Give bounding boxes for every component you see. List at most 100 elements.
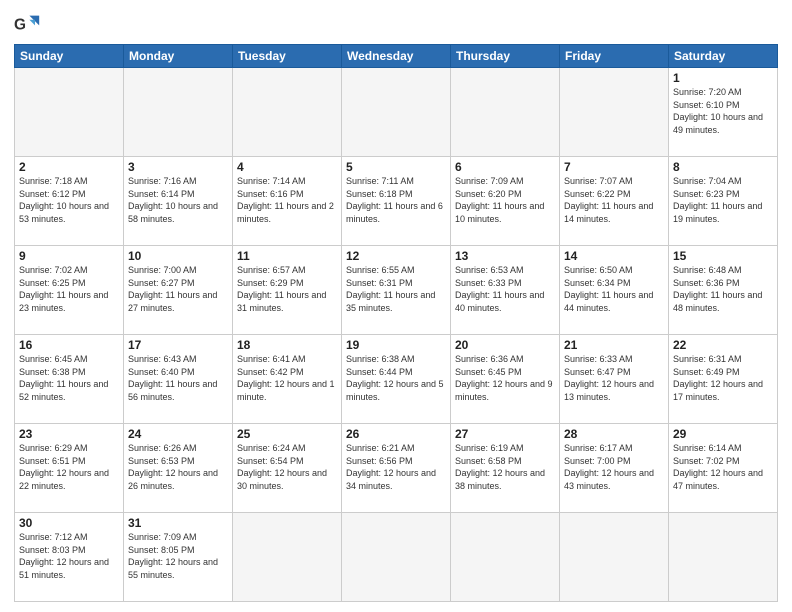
day-number: 5 <box>346 160 446 174</box>
calendar-cell: 2Sunrise: 7:18 AM Sunset: 6:12 PM Daylig… <box>15 157 124 246</box>
day-number: 25 <box>237 427 337 441</box>
day-info: Sunrise: 6:55 AM Sunset: 6:31 PM Dayligh… <box>346 264 446 314</box>
calendar-cell <box>342 513 451 602</box>
calendar-week-4: 16Sunrise: 6:45 AM Sunset: 6:38 PM Dayli… <box>15 335 778 424</box>
day-info: Sunrise: 6:29 AM Sunset: 6:51 PM Dayligh… <box>19 442 119 492</box>
day-info: Sunrise: 6:17 AM Sunset: 7:00 PM Dayligh… <box>564 442 664 492</box>
weekday-header-tuesday: Tuesday <box>233 45 342 68</box>
day-info: Sunrise: 6:57 AM Sunset: 6:29 PM Dayligh… <box>237 264 337 314</box>
day-info: Sunrise: 7:04 AM Sunset: 6:23 PM Dayligh… <box>673 175 773 225</box>
day-info: Sunrise: 6:38 AM Sunset: 6:44 PM Dayligh… <box>346 353 446 403</box>
svg-text:G: G <box>14 17 26 34</box>
day-info: Sunrise: 7:09 AM Sunset: 6:20 PM Dayligh… <box>455 175 555 225</box>
day-number: 16 <box>19 338 119 352</box>
calendar-cell <box>342 68 451 157</box>
day-info: Sunrise: 7:00 AM Sunset: 6:27 PM Dayligh… <box>128 264 228 314</box>
calendar-cell: 15Sunrise: 6:48 AM Sunset: 6:36 PM Dayli… <box>669 246 778 335</box>
day-number: 28 <box>564 427 664 441</box>
calendar-cell <box>560 68 669 157</box>
day-number: 6 <box>455 160 555 174</box>
calendar-cell: 29Sunrise: 6:14 AM Sunset: 7:02 PM Dayli… <box>669 424 778 513</box>
day-number: 18 <box>237 338 337 352</box>
calendar-cell: 31Sunrise: 7:09 AM Sunset: 8:05 PM Dayli… <box>124 513 233 602</box>
day-info: Sunrise: 6:36 AM Sunset: 6:45 PM Dayligh… <box>455 353 555 403</box>
day-number: 30 <box>19 516 119 530</box>
day-number: 7 <box>564 160 664 174</box>
day-number: 24 <box>128 427 228 441</box>
calendar-week-1: 1Sunrise: 7:20 AM Sunset: 6:10 PM Daylig… <box>15 68 778 157</box>
day-info: Sunrise: 6:19 AM Sunset: 6:58 PM Dayligh… <box>455 442 555 492</box>
calendar-cell <box>124 68 233 157</box>
day-info: Sunrise: 7:18 AM Sunset: 6:12 PM Dayligh… <box>19 175 119 225</box>
calendar-cell: 28Sunrise: 6:17 AM Sunset: 7:00 PM Dayli… <box>560 424 669 513</box>
day-number: 8 <box>673 160 773 174</box>
day-info: Sunrise: 7:11 AM Sunset: 6:18 PM Dayligh… <box>346 175 446 225</box>
calendar-cell <box>451 68 560 157</box>
day-number: 9 <box>19 249 119 263</box>
day-number: 26 <box>346 427 446 441</box>
day-number: 1 <box>673 71 773 85</box>
calendar-cell: 9Sunrise: 7:02 AM Sunset: 6:25 PM Daylig… <box>15 246 124 335</box>
calendar-cell: 4Sunrise: 7:14 AM Sunset: 6:16 PM Daylig… <box>233 157 342 246</box>
weekday-header-friday: Friday <box>560 45 669 68</box>
day-number: 29 <box>673 427 773 441</box>
day-number: 14 <box>564 249 664 263</box>
logo-icon: G <box>14 10 42 38</box>
calendar-cell: 30Sunrise: 7:12 AM Sunset: 8:03 PM Dayli… <box>15 513 124 602</box>
calendar-cell <box>233 68 342 157</box>
day-info: Sunrise: 6:53 AM Sunset: 6:33 PM Dayligh… <box>455 264 555 314</box>
day-number: 11 <box>237 249 337 263</box>
day-number: 15 <box>673 249 773 263</box>
day-info: Sunrise: 6:48 AM Sunset: 6:36 PM Dayligh… <box>673 264 773 314</box>
day-number: 27 <box>455 427 555 441</box>
day-number: 31 <box>128 516 228 530</box>
calendar-cell <box>15 68 124 157</box>
calendar-week-2: 2Sunrise: 7:18 AM Sunset: 6:12 PM Daylig… <box>15 157 778 246</box>
calendar-cell: 25Sunrise: 6:24 AM Sunset: 6:54 PM Dayli… <box>233 424 342 513</box>
calendar-cell: 11Sunrise: 6:57 AM Sunset: 6:29 PM Dayli… <box>233 246 342 335</box>
day-number: 17 <box>128 338 228 352</box>
page: G SundayMondayTuesdayWednesdayThursdayFr… <box>0 0 792 612</box>
calendar-cell: 5Sunrise: 7:11 AM Sunset: 6:18 PM Daylig… <box>342 157 451 246</box>
calendar-cell: 7Sunrise: 7:07 AM Sunset: 6:22 PM Daylig… <box>560 157 669 246</box>
day-number: 4 <box>237 160 337 174</box>
day-number: 22 <box>673 338 773 352</box>
calendar-cell: 3Sunrise: 7:16 AM Sunset: 6:14 PM Daylig… <box>124 157 233 246</box>
day-info: Sunrise: 7:07 AM Sunset: 6:22 PM Dayligh… <box>564 175 664 225</box>
day-info: Sunrise: 6:45 AM Sunset: 6:38 PM Dayligh… <box>19 353 119 403</box>
weekday-header-saturday: Saturday <box>669 45 778 68</box>
day-info: Sunrise: 6:21 AM Sunset: 6:56 PM Dayligh… <box>346 442 446 492</box>
calendar-week-5: 23Sunrise: 6:29 AM Sunset: 6:51 PM Dayli… <box>15 424 778 513</box>
day-number: 20 <box>455 338 555 352</box>
logo: G <box>14 10 46 38</box>
calendar-cell <box>233 513 342 602</box>
calendar-cell: 20Sunrise: 6:36 AM Sunset: 6:45 PM Dayli… <box>451 335 560 424</box>
day-info: Sunrise: 6:50 AM Sunset: 6:34 PM Dayligh… <box>564 264 664 314</box>
day-number: 3 <box>128 160 228 174</box>
day-info: Sunrise: 7:02 AM Sunset: 6:25 PM Dayligh… <box>19 264 119 314</box>
calendar-cell: 26Sunrise: 6:21 AM Sunset: 6:56 PM Dayli… <box>342 424 451 513</box>
calendar-cell: 24Sunrise: 6:26 AM Sunset: 6:53 PM Dayli… <box>124 424 233 513</box>
calendar-cell: 23Sunrise: 6:29 AM Sunset: 6:51 PM Dayli… <box>15 424 124 513</box>
calendar-cell: 8Sunrise: 7:04 AM Sunset: 6:23 PM Daylig… <box>669 157 778 246</box>
calendar-cell <box>669 513 778 602</box>
calendar-cell <box>451 513 560 602</box>
day-info: Sunrise: 6:33 AM Sunset: 6:47 PM Dayligh… <box>564 353 664 403</box>
calendar-cell: 17Sunrise: 6:43 AM Sunset: 6:40 PM Dayli… <box>124 335 233 424</box>
header: G <box>14 10 778 38</box>
day-info: Sunrise: 6:14 AM Sunset: 7:02 PM Dayligh… <box>673 442 773 492</box>
calendar-cell: 22Sunrise: 6:31 AM Sunset: 6:49 PM Dayli… <box>669 335 778 424</box>
day-info: Sunrise: 7:14 AM Sunset: 6:16 PM Dayligh… <box>237 175 337 225</box>
day-info: Sunrise: 6:41 AM Sunset: 6:42 PM Dayligh… <box>237 353 337 403</box>
calendar-cell: 14Sunrise: 6:50 AM Sunset: 6:34 PM Dayli… <box>560 246 669 335</box>
calendar-week-3: 9Sunrise: 7:02 AM Sunset: 6:25 PM Daylig… <box>15 246 778 335</box>
day-number: 13 <box>455 249 555 263</box>
calendar-cell: 10Sunrise: 7:00 AM Sunset: 6:27 PM Dayli… <box>124 246 233 335</box>
weekday-header-sunday: Sunday <box>15 45 124 68</box>
calendar-week-6: 30Sunrise: 7:12 AM Sunset: 8:03 PM Dayli… <box>15 513 778 602</box>
calendar-cell: 13Sunrise: 6:53 AM Sunset: 6:33 PM Dayli… <box>451 246 560 335</box>
calendar-cell: 21Sunrise: 6:33 AM Sunset: 6:47 PM Dayli… <box>560 335 669 424</box>
day-number: 21 <box>564 338 664 352</box>
weekday-header-monday: Monday <box>124 45 233 68</box>
day-number: 19 <box>346 338 446 352</box>
